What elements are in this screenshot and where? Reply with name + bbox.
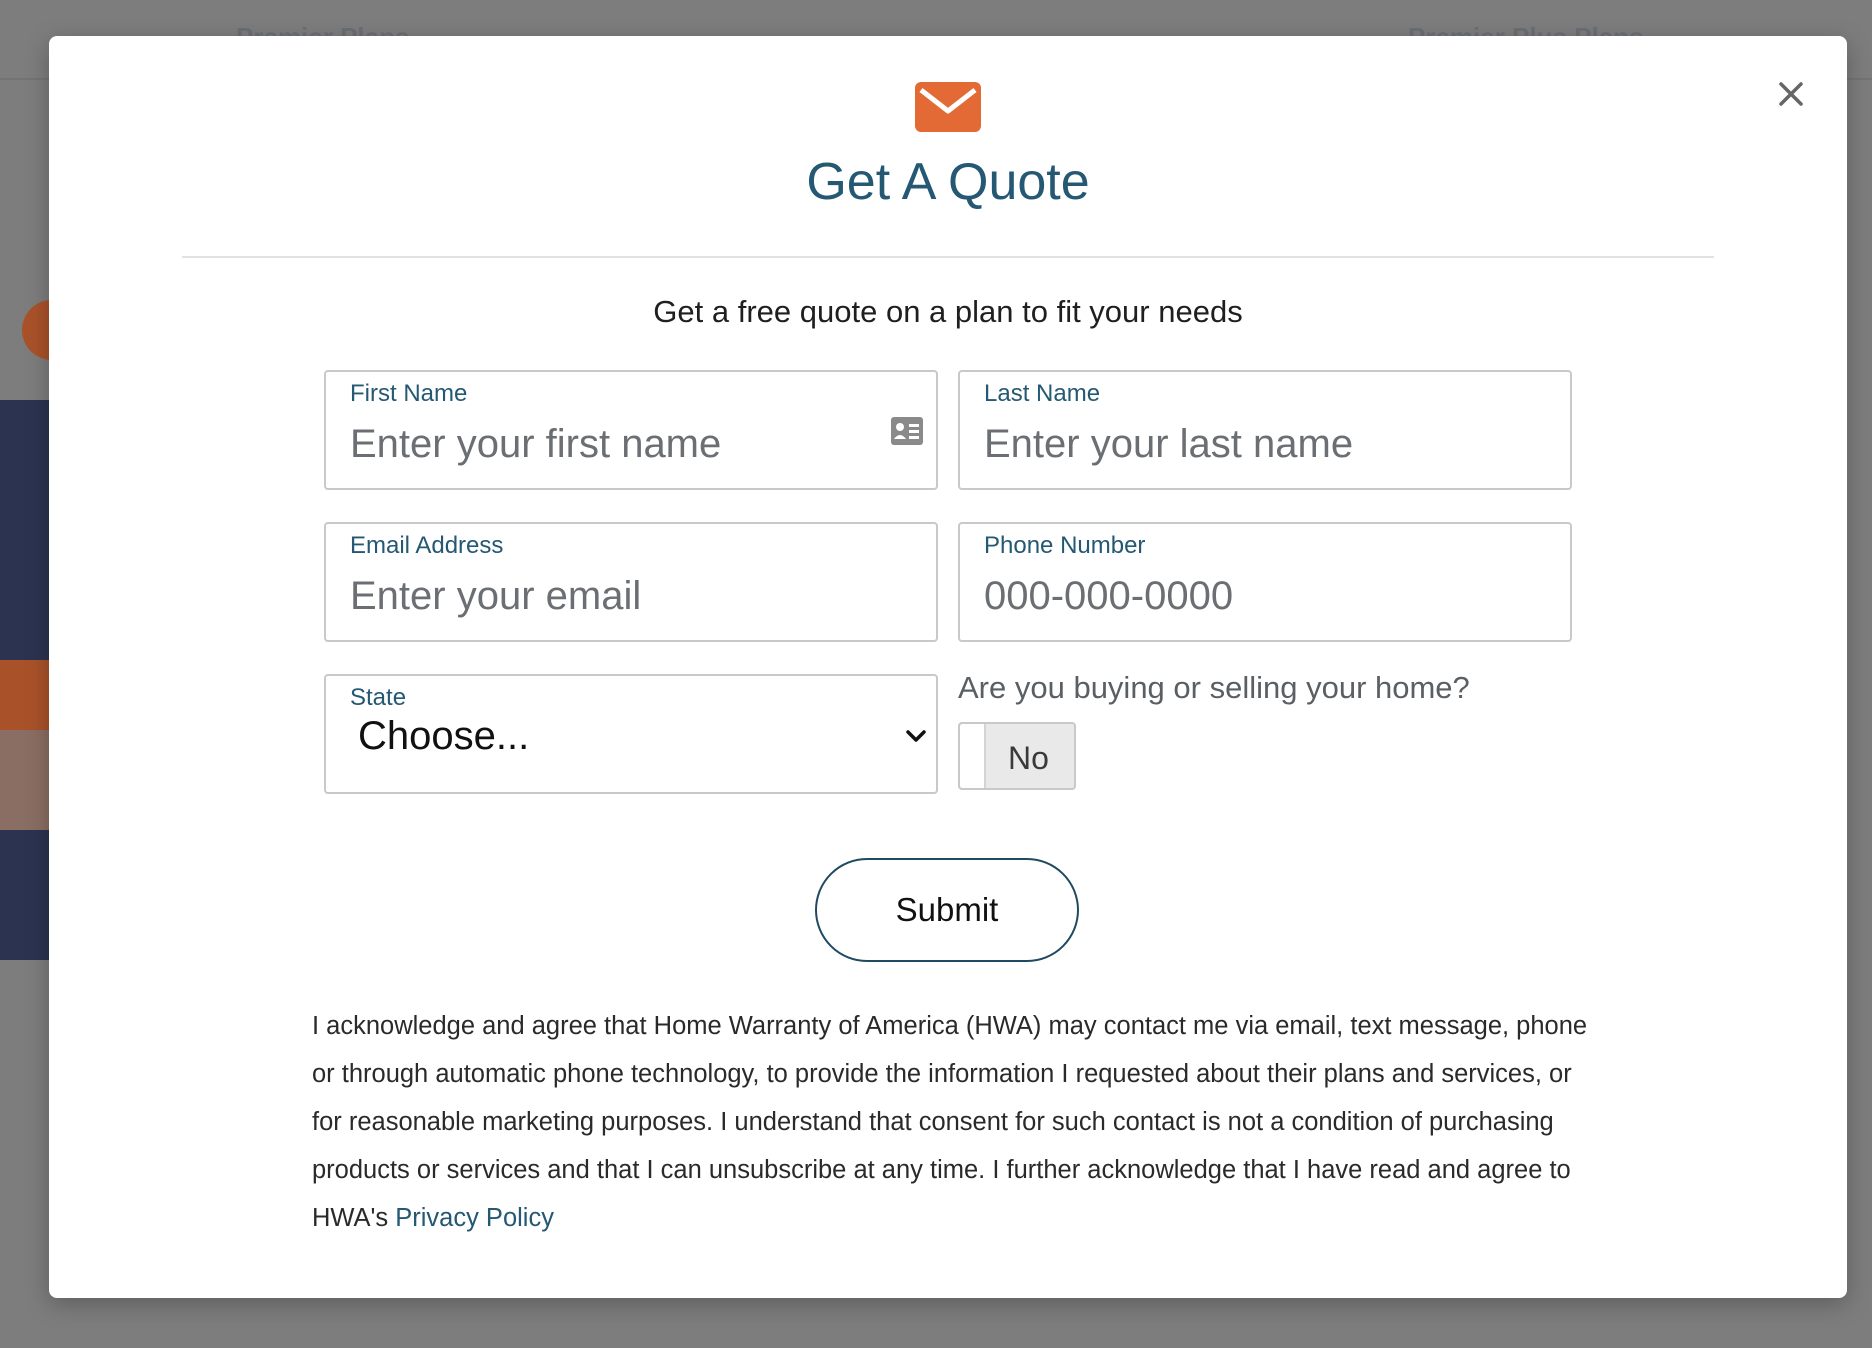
last-name-input[interactable] xyxy=(984,414,1524,474)
email-field[interactable]: Email Address xyxy=(324,522,938,642)
phone-field[interactable]: Phone Number xyxy=(958,522,1572,642)
modal-subtitle: Get a free quote on a plan to fit your n… xyxy=(653,294,1243,329)
contact-card-icon[interactable] xyxy=(890,416,924,446)
buying-selling-question: Are you buying or selling your home? xyxy=(958,670,1470,705)
close-button[interactable] xyxy=(1771,74,1811,114)
background-illustration xyxy=(0,300,52,960)
privacy-policy-link[interactable]: Privacy Policy xyxy=(395,1204,554,1232)
toggle-label: No xyxy=(1008,740,1049,776)
first-name-field[interactable]: First Name xyxy=(324,370,938,490)
email-label: Email Address xyxy=(350,532,504,559)
last-name-field[interactable]: Last Name xyxy=(958,370,1572,490)
phone-input[interactable] xyxy=(984,566,1524,626)
last-name-label: Last Name xyxy=(984,380,1101,407)
submit-button[interactable]: Submit xyxy=(815,858,1079,962)
quote-modal: Get A Quote Get a free quote on a plan t… xyxy=(49,36,1847,1298)
first-name-label: First Name xyxy=(350,380,468,407)
consent-body: I acknowledge and agree that Home Warran… xyxy=(312,1012,1588,1232)
chevron-down-icon[interactable] xyxy=(902,722,930,750)
consent-text: I acknowledge and agree that Home Warran… xyxy=(312,1002,1602,1242)
close-icon xyxy=(1779,82,1803,106)
header-divider xyxy=(182,256,1714,258)
email-input[interactable] xyxy=(350,566,890,626)
buying-selling-toggle[interactable]: No xyxy=(958,722,1076,790)
state-select[interactable]: State Choose... xyxy=(324,674,938,794)
state-selected-value[interactable]: Choose... xyxy=(358,714,529,759)
state-label: State xyxy=(350,684,407,711)
modal-title: Get A Quote xyxy=(806,153,1090,211)
first-name-input[interactable] xyxy=(350,414,890,474)
toggle-knob[interactable] xyxy=(960,724,986,788)
phone-label: Phone Number xyxy=(984,532,1146,559)
envelope-icon xyxy=(915,82,981,132)
